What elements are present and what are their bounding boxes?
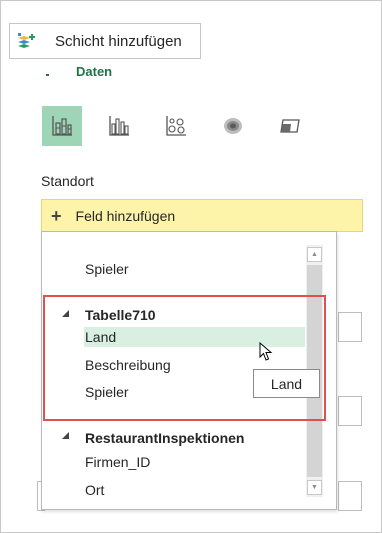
list-item[interactable]: Spieler (85, 261, 129, 277)
location-label: Standort (41, 173, 94, 189)
clustered-column-button[interactable] (99, 106, 139, 146)
region-map-icon (280, 119, 300, 133)
scroll-up-button[interactable]: ▲ (307, 247, 322, 262)
background-field-box[interactable] (338, 312, 362, 342)
list-item[interactable]: Firmen_ID (85, 454, 150, 470)
layers-icon (18, 33, 35, 48)
daten-section-label: Daten (76, 67, 113, 79)
heat-map-icon (224, 118, 242, 134)
stacked-column-chart-icon (52, 116, 72, 136)
bubble-chart-icon (166, 116, 186, 136)
add-layer-label: Schicht hinzufügen (55, 32, 182, 50)
list-item-land[interactable]: Land (85, 329, 116, 345)
add-layer-button[interactable]: Schicht hinzufügen (9, 23, 201, 59)
clustered-column-chart-icon (109, 116, 129, 136)
background-field-box[interactable] (338, 481, 362, 511)
stacked-column-button[interactable] (42, 106, 82, 146)
collapse-triangle-icon[interactable] (62, 432, 69, 439)
section-divider (46, 74, 49, 76)
bubble-chart-button[interactable] (156, 106, 196, 146)
heat-map-button[interactable] (213, 106, 253, 146)
plus-icon: + (51, 205, 62, 226)
list-item[interactable]: Beschreibung (85, 357, 171, 373)
mouse-pointer-icon (259, 342, 273, 361)
tooltip: Land (253, 369, 320, 398)
scroll-down-button[interactable]: ▼ (307, 480, 322, 495)
collapse-triangle-icon[interactable] (62, 310, 69, 317)
background-field-box[interactable] (338, 396, 362, 426)
table-group-header[interactable]: RestaurantInspektionen (85, 430, 244, 446)
add-field-button[interactable]: + Feld hinzufügen (41, 199, 363, 232)
region-map-button[interactable] (270, 106, 310, 146)
list-item[interactable]: Spieler (85, 384, 129, 400)
visualization-type-selector (42, 106, 327, 146)
table-group-header[interactable]: Tabelle710 (85, 307, 156, 323)
add-field-label: Feld hinzufügen (75, 207, 176, 224)
list-item[interactable]: Ort (85, 482, 104, 498)
